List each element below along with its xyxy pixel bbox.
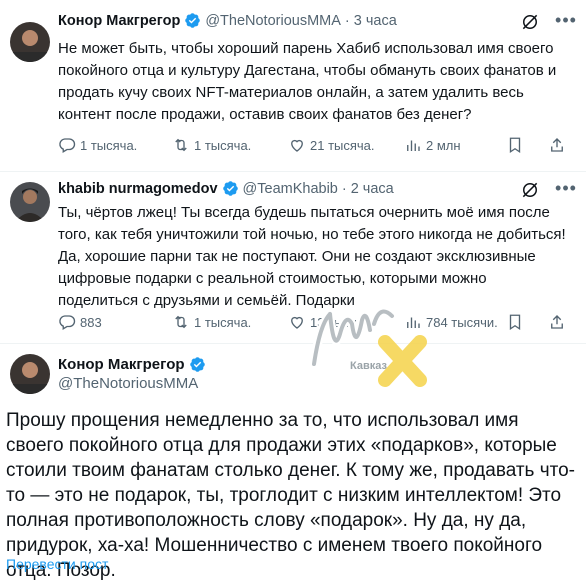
views-button[interactable]: 2 млн xyxy=(404,136,461,154)
bookmark-icon[interactable] xyxy=(506,136,524,154)
verified-badge-icon xyxy=(222,181,238,196)
views-icon xyxy=(407,140,420,151)
more-icon[interactable]: ••• xyxy=(554,11,578,34)
views-count: 784 тысячи. xyxy=(426,314,498,330)
tweet-conor-2[interactable]: Конор Макгрегор @TheNotoriousMMA Прошу п… xyxy=(0,344,586,582)
more-icon[interactable]: ••• xyxy=(554,179,578,202)
tweet-actions: 883 1 тысяча. 13 тысяч. 784 тысячи. xyxy=(52,313,578,333)
author-name[interactable]: Конор Макгрегор xyxy=(58,13,180,29)
timestamp[interactable]: 2 часа xyxy=(351,181,394,197)
retweet-icon xyxy=(175,138,187,152)
reply-button[interactable]: 1 тысяча. xyxy=(58,136,137,154)
views-icon xyxy=(407,317,420,328)
tweet-text: Не может быть, чтобы хороший парень Хаби… xyxy=(58,40,557,123)
grok-icon[interactable] xyxy=(520,180,540,200)
tweet-conor-1[interactable]: Конор Макгрегор @TheNotoriousMMA · 3 час… xyxy=(0,0,586,172)
translate-post-link[interactable]: Перевести пост xyxy=(6,556,108,572)
like-button[interactable]: 13 тысяч. xyxy=(288,313,367,331)
tweet-khabib[interactable]: khabib nurmagomedov @TeamKhabib · 2 часа… xyxy=(0,172,586,344)
author-handle[interactable]: @TeamKhabib xyxy=(243,181,338,197)
avatar[interactable] xyxy=(10,22,50,62)
author-name[interactable]: khabib nurmagomedov xyxy=(58,181,218,197)
timestamp[interactable]: 3 часа xyxy=(354,13,397,29)
verified-badge-icon xyxy=(189,357,205,372)
retweet-count: 1 тысяча. xyxy=(194,137,252,153)
separator-dot: · xyxy=(341,180,347,197)
reply-button[interactable]: 883 xyxy=(58,313,102,331)
tweet-actions: 1 тысяча. 1 тысяча. 21 тысяча. 2 млн xyxy=(52,136,578,156)
share-icon[interactable] xyxy=(548,136,566,154)
like-icon xyxy=(291,316,303,329)
retweet-button[interactable]: 1 тысяча. xyxy=(172,313,251,331)
retweet-icon xyxy=(175,315,187,329)
tweet-text: Ты, чёртов лжец! Ты всегда будешь пытать… xyxy=(58,204,566,309)
avatar[interactable] xyxy=(10,182,50,222)
author-name[interactable]: Конор Макгрегор xyxy=(58,356,185,373)
bookmark-icon[interactable] xyxy=(506,313,524,331)
verified-badge-icon xyxy=(185,13,201,28)
grok-icon[interactable] xyxy=(520,12,540,32)
reply-icon xyxy=(59,138,76,153)
watermark-text: Кавказ xyxy=(350,360,387,372)
like-icon xyxy=(291,139,303,152)
author-handle[interactable]: @TheNotoriousMMA xyxy=(205,13,341,29)
like-count: 21 тысяча. xyxy=(310,137,375,153)
views-count: 2 млн xyxy=(426,137,461,153)
retweet-button[interactable]: 1 тысяча. xyxy=(172,136,251,154)
tweet-header: khabib nurmagomedov @TeamKhabib · 2 часа xyxy=(58,180,394,197)
views-button[interactable]: 784 тысячи. xyxy=(404,313,498,331)
tweet-header: Конор Макгрегор @TheNotoriousMMA · 3 час… xyxy=(58,12,397,29)
reply-icon xyxy=(59,315,76,330)
like-count: 13 тысяч. xyxy=(310,314,368,330)
share-icon[interactable] xyxy=(548,313,566,331)
avatar[interactable] xyxy=(10,354,50,394)
author-handle[interactable]: @TheNotoriousMMA xyxy=(58,375,210,392)
retweet-count: 1 тысяча. xyxy=(194,314,252,330)
author-block: Конор Макгрегор @TheNotoriousMMA xyxy=(58,356,210,392)
like-button[interactable]: 21 тысяча. xyxy=(288,136,375,154)
separator-dot: · xyxy=(344,12,350,29)
reply-count: 883 xyxy=(80,314,102,330)
reply-count: 1 тысяча. xyxy=(80,137,138,153)
